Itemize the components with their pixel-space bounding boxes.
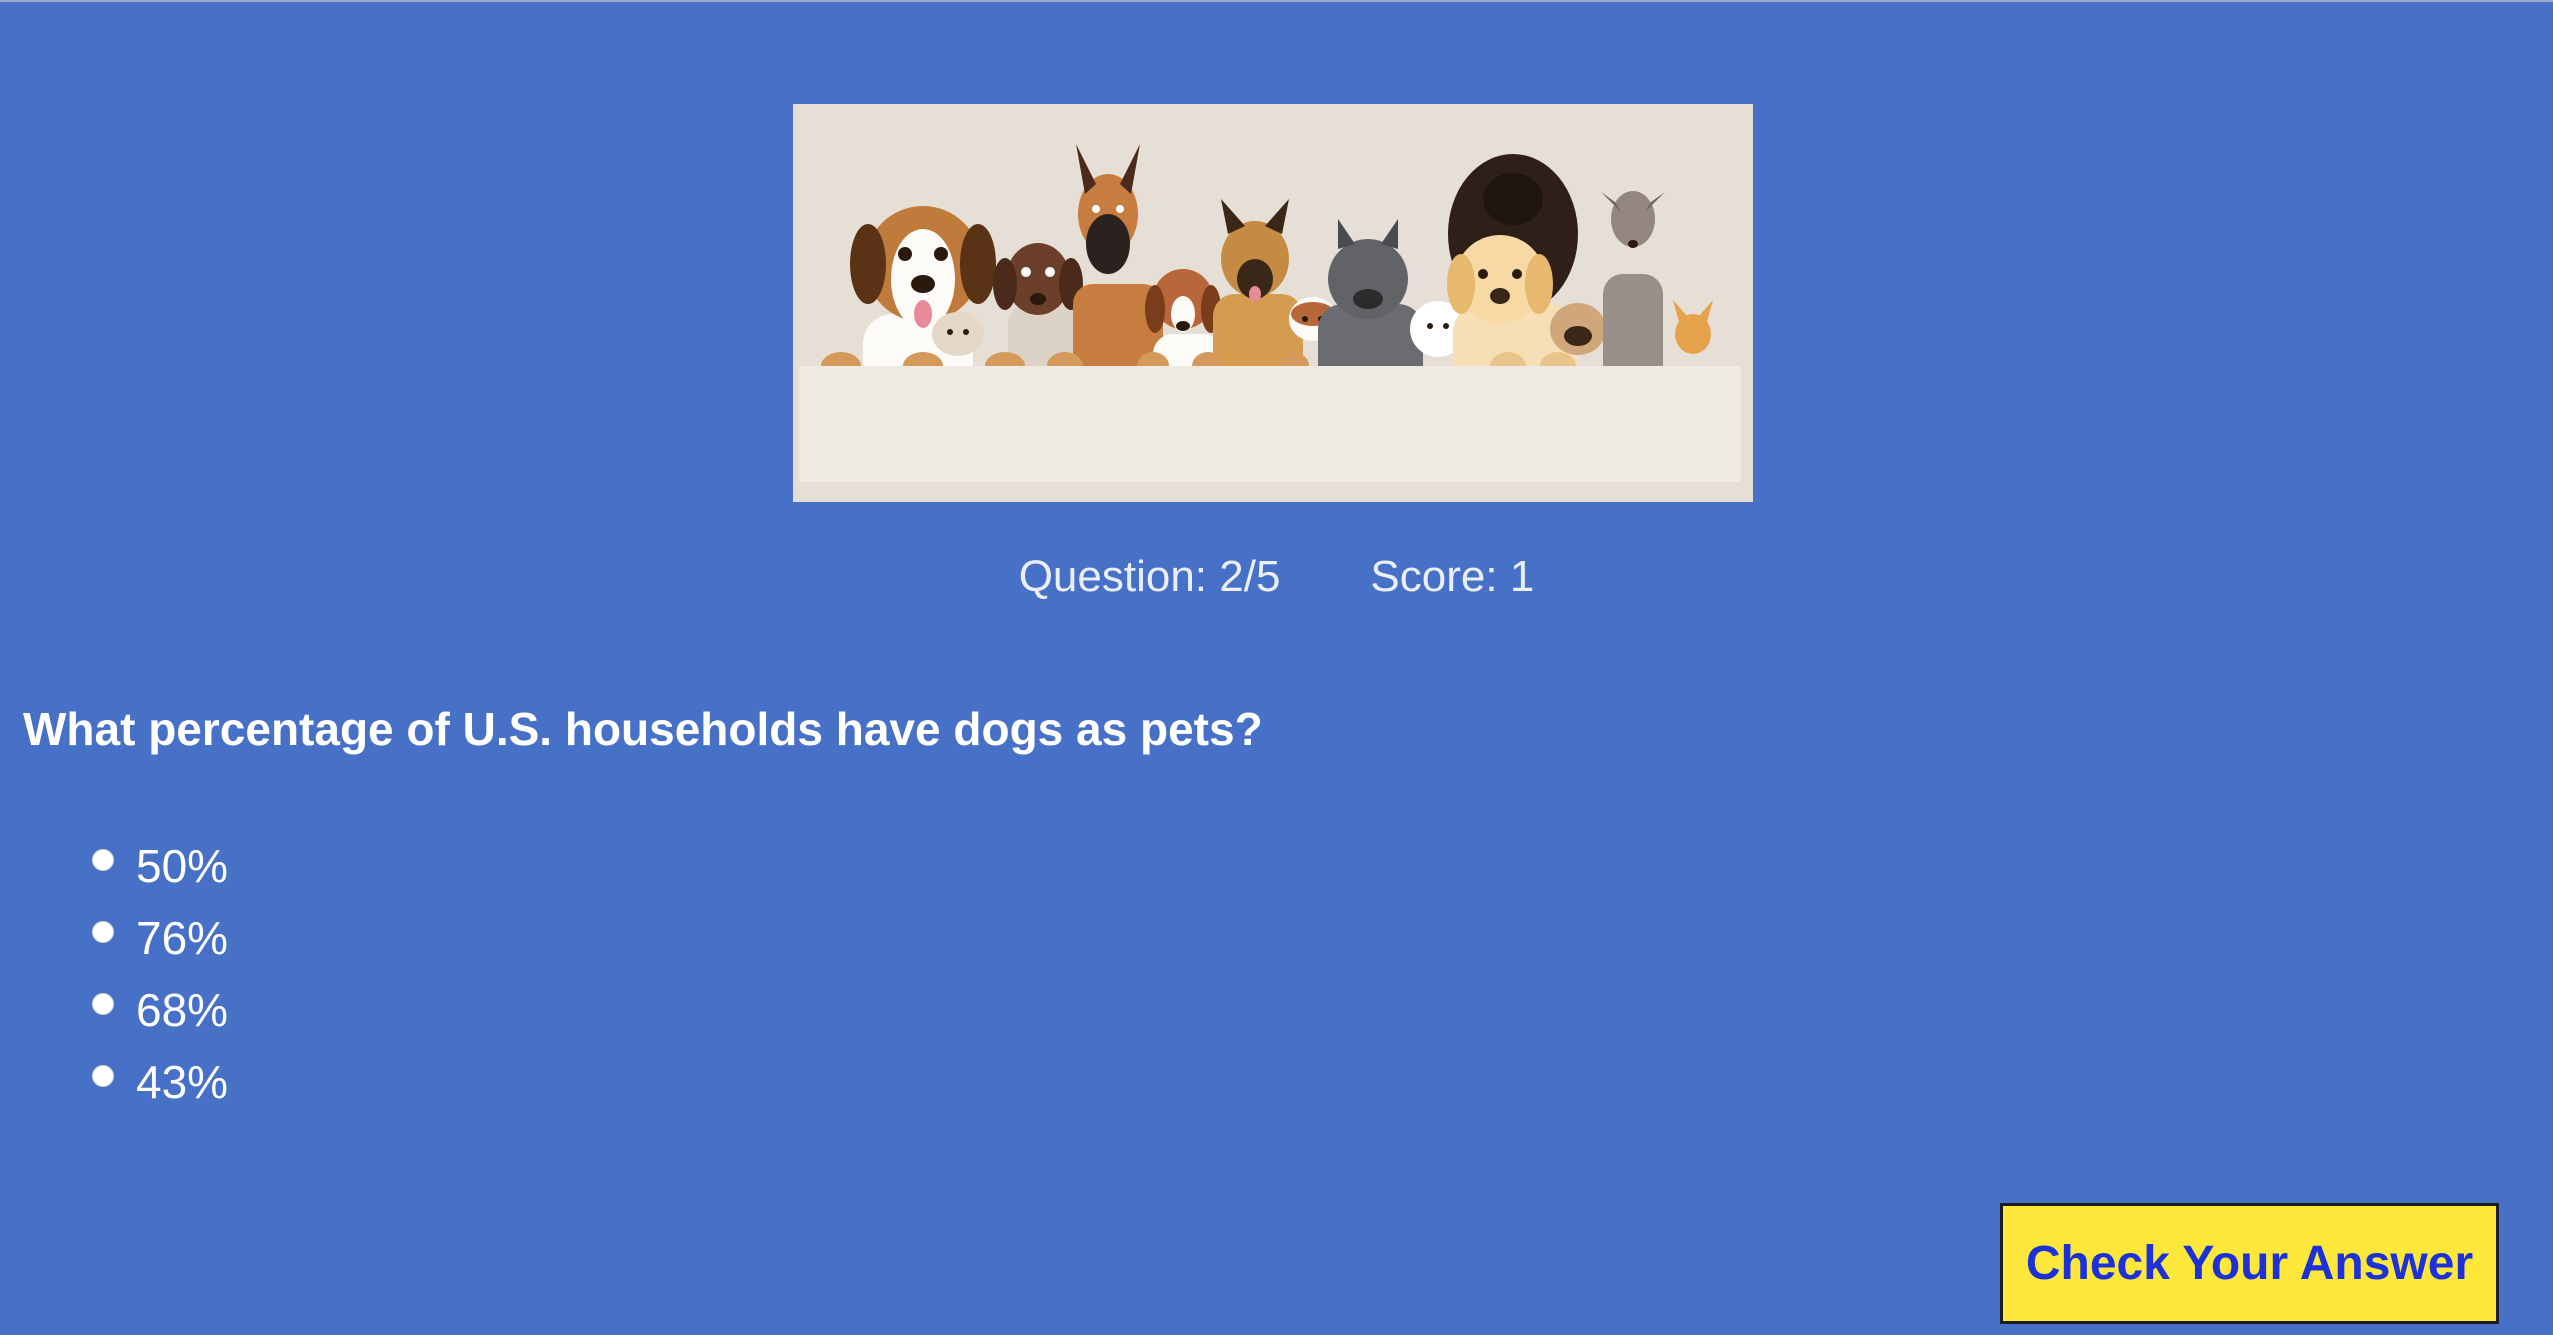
radio-button[interactable] <box>92 993 114 1015</box>
answer-option[interactable]: 43% <box>92 1046 228 1118</box>
dog-small-shih-tzu <box>932 312 984 356</box>
answer-label: 68% <box>136 984 229 1036</box>
answer-options: 50% 76% 68% 43% <box>92 830 228 1118</box>
answer-option[interactable]: 50% <box>92 830 228 902</box>
dogs-lineup-image <box>793 104 1753 502</box>
dogs-illustration <box>793 104 1753 502</box>
radio-button[interactable] <box>92 849 114 871</box>
answer-label: 50% <box>136 840 229 892</box>
radio-button[interactable] <box>92 1065 114 1087</box>
dog-pug <box>1550 303 1606 355</box>
front-wall <box>799 366 1741 482</box>
question-counter: Question: 2/5 <box>1018 552 1281 601</box>
check-answer-button[interactable]: Check Your Answer <box>2000 1203 2499 1324</box>
quiz-status: Question: 2/5 Score: 1 <box>0 549 2553 605</box>
answer-option[interactable]: 68% <box>92 974 228 1046</box>
radio-button[interactable] <box>92 921 114 943</box>
answer-label: 43% <box>136 1056 229 1108</box>
score-counter: Score: 1 <box>1370 552 1535 601</box>
answer-option[interactable]: 76% <box>92 902 228 974</box>
question-text: What percentage of U.S. households have … <box>23 703 1263 755</box>
answer-label: 76% <box>136 912 229 964</box>
